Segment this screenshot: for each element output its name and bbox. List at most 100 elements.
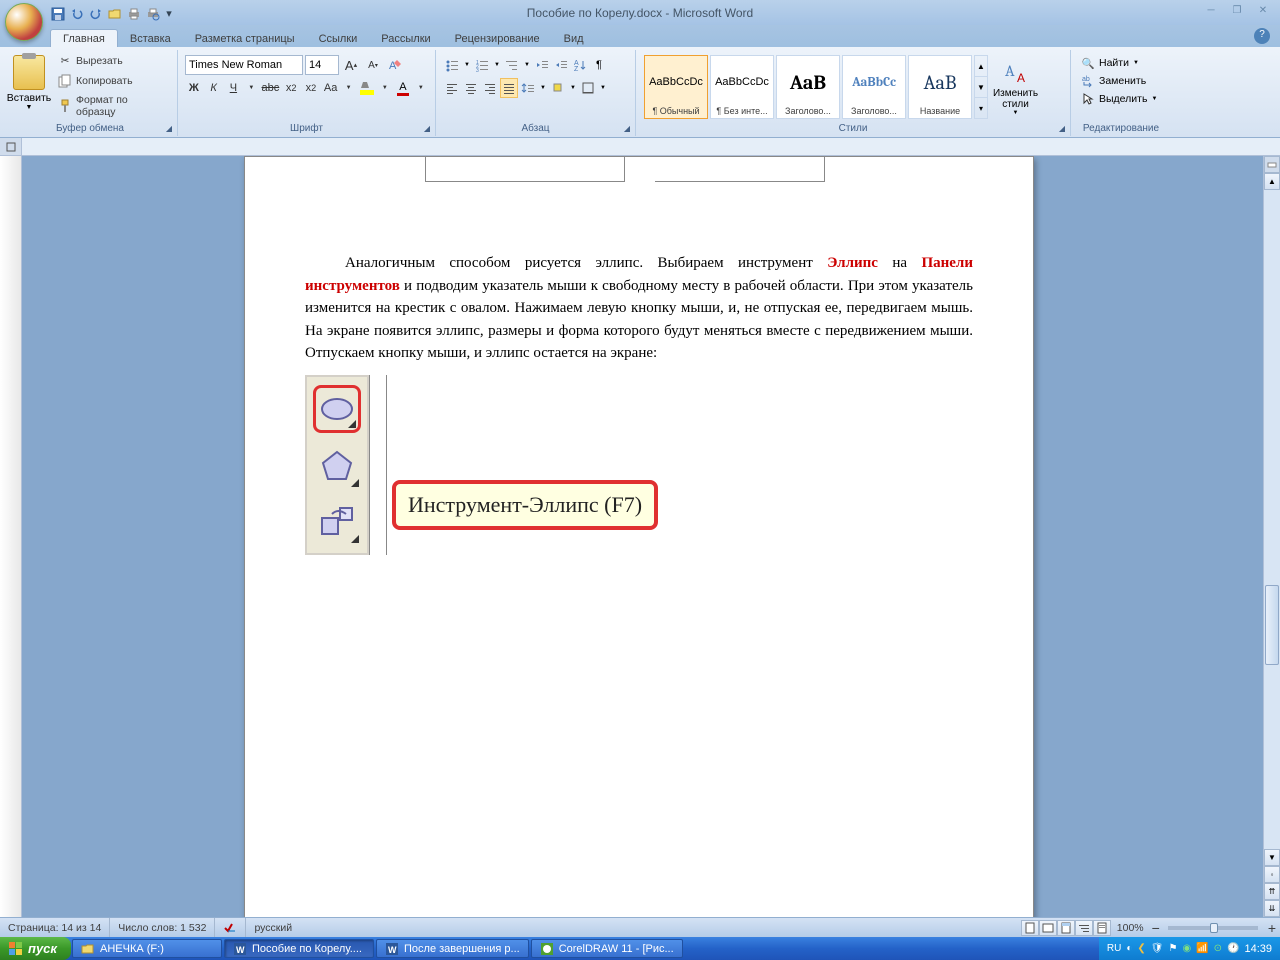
font-size-combo[interactable] <box>305 55 339 75</box>
start-button[interactable]: пуск <box>0 937 71 960</box>
style-heading2[interactable]: AaBbCc Заголово... <box>842 55 906 119</box>
subscript-button[interactable]: x2 <box>282 78 300 98</box>
page-status[interactable]: Страница: 14 из 14 <box>0 918 110 937</box>
next-page-button[interactable]: ⇊ <box>1264 900 1280 917</box>
tray-icon-7[interactable]: ⊙ <box>1214 943 1222 954</box>
numbering-dropdown[interactable]: ▼ <box>492 55 502 75</box>
tray-icon-2[interactable]: ❮ <box>1137 943 1145 954</box>
zoom-level[interactable]: 100% <box>1117 922 1144 934</box>
redo-icon[interactable] <box>88 6 104 22</box>
word-count[interactable]: Число слов: 1 532 <box>110 918 215 937</box>
language-status[interactable]: русский <box>246 918 300 937</box>
document-page[interactable]: Аналогичным способом рисуется эллипс. Вы… <box>244 156 1034 917</box>
align-center-button[interactable] <box>462 78 480 98</box>
task-word[interactable]: WПособие по Корелу.... <box>224 939 374 958</box>
ruler-toggle[interactable] <box>1264 156 1280 173</box>
maximize-button[interactable]: ❐ <box>1225 3 1249 18</box>
underline-dropdown[interactable]: ▼ <box>244 78 258 98</box>
tab-insert[interactable]: Вставка <box>118 30 183 47</box>
multilevel-button[interactable] <box>503 55 521 75</box>
draft-view[interactable] <box>1093 920 1111 936</box>
ruler-vertical[interactable] <box>0 156 22 917</box>
scroll-track[interactable] <box>1264 190 1280 849</box>
align-right-button[interactable] <box>481 78 499 98</box>
office-button[interactable] <box>5 3 43 41</box>
style-expand[interactable]: ▾ <box>975 98 987 118</box>
italic-button[interactable]: К <box>205 78 223 98</box>
bullets-button[interactable] <box>443 55 461 75</box>
superscript-button[interactable]: x2 <box>302 78 320 98</box>
font-name-combo[interactable] <box>185 55 303 75</box>
tray-icon-1[interactable]: ◐ <box>1126 943 1132 954</box>
scroll-thumb[interactable] <box>1265 585 1279 665</box>
styles-launcher[interactable]: ◢ <box>1056 122 1068 134</box>
grow-font-button[interactable]: A▴ <box>341 55 361 75</box>
borders-dropdown[interactable]: ▼ <box>598 78 608 98</box>
task-word2[interactable]: WПосле завершения р... <box>376 939 529 958</box>
tab-mailings[interactable]: Рассылки <box>369 30 442 47</box>
tab-review[interactable]: Рецензирование <box>443 30 552 47</box>
borders-button[interactable] <box>579 78 597 98</box>
zoom-slider[interactable] <box>1168 926 1258 930</box>
tray-lang[interactable]: RU <box>1107 943 1121 954</box>
ruler-corner[interactable] <box>0 138 22 155</box>
full-screen-view[interactable] <box>1039 920 1057 936</box>
tray-icon-4[interactable]: ⚑ <box>1168 943 1177 954</box>
copy-button[interactable]: Копировать <box>55 72 172 90</box>
highlight-dropdown[interactable]: ▼ <box>378 78 392 98</box>
undo-icon[interactable] <box>69 6 85 22</box>
shrink-font-button[interactable]: A▾ <box>363 55 383 75</box>
style-no-spacing[interactable]: AaBbCcDc ¶ Без инте... <box>710 55 774 119</box>
outline-view[interactable] <box>1075 920 1093 936</box>
change-styles-button[interactable]: AA Изменить стили ▼ <box>988 55 1043 119</box>
prev-page-button[interactable]: ⇈ <box>1264 883 1280 900</box>
browse-object[interactable]: ◦ <box>1264 866 1280 883</box>
vertical-scrollbar[interactable]: ▲ ▼ ◦ ⇈ ⇊ <box>1263 156 1280 917</box>
style-title[interactable]: AaB Название <box>908 55 972 119</box>
justify-button[interactable] <box>500 78 518 98</box>
case-dropdown[interactable]: ▼ <box>342 78 356 98</box>
format-painter-button[interactable]: Формат по образцу <box>55 92 172 120</box>
style-normal[interactable]: AaBbCcDc ¶ Обычный <box>644 55 708 119</box>
clear-format-button[interactable]: A <box>385 55 405 75</box>
shading-dropdown[interactable]: ▼ <box>568 78 578 98</box>
print-layout-view[interactable] <box>1021 920 1039 936</box>
underline-button[interactable]: Ч <box>225 78 243 98</box>
quick-print-icon[interactable] <box>126 6 142 22</box>
paragraph-launcher[interactable]: ◢ <box>621 122 633 134</box>
minimize-button[interactable]: ─ <box>1199 3 1223 18</box>
tray-icon-6[interactable]: 📶 <box>1196 943 1208 954</box>
close-button[interactable]: ✕ <box>1251 3 1275 18</box>
save-icon[interactable] <box>50 6 66 22</box>
shading-button[interactable] <box>549 78 567 98</box>
style-scroll-down[interactable]: ▼ <box>975 77 987 98</box>
tray-clock[interactable]: 14:39 <box>1244 943 1272 955</box>
task-explorer[interactable]: АНЕЧКА (F:) <box>72 939 222 958</box>
bullets-dropdown[interactable]: ▼ <box>462 55 472 75</box>
style-heading1[interactable]: AaB Заголово... <box>776 55 840 119</box>
highlight-button[interactable] <box>358 78 376 98</box>
spell-check-status[interactable] <box>215 918 246 937</box>
tab-home[interactable]: Главная <box>50 29 118 47</box>
zoom-thumb[interactable] <box>1210 923 1218 933</box>
decrease-indent-button[interactable] <box>533 55 551 75</box>
replace-button[interactable]: abЗаменить <box>1078 72 1164 90</box>
numbering-button[interactable]: 123 <box>473 55 491 75</box>
bold-button[interactable]: Ж <box>185 78 203 98</box>
line-spacing-button[interactable] <box>519 78 537 98</box>
tab-layout[interactable]: Разметка страницы <box>183 30 307 47</box>
tray-icon-3[interactable]: 🛡 <box>1151 943 1164 954</box>
font-launcher[interactable]: ◢ <box>421 122 433 134</box>
find-button[interactable]: 🔍Найти ▼ <box>1078 54 1164 72</box>
scroll-up-button[interactable]: ▲ <box>1264 173 1280 190</box>
change-case-button[interactable]: Aa <box>322 78 340 98</box>
zoom-in-button[interactable]: + <box>1264 920 1280 936</box>
show-marks-button[interactable]: ¶ <box>590 55 608 75</box>
zoom-out-button[interactable]: − <box>1150 920 1162 936</box>
font-color-button[interactable]: A <box>394 78 412 98</box>
open-icon[interactable] <box>107 6 123 22</box>
align-left-button[interactable] <box>443 78 461 98</box>
tab-references[interactable]: Ссылки <box>307 30 370 47</box>
select-button[interactable]: Выделить ▼ <box>1078 90 1164 108</box>
print-preview-icon[interactable] <box>145 6 161 22</box>
